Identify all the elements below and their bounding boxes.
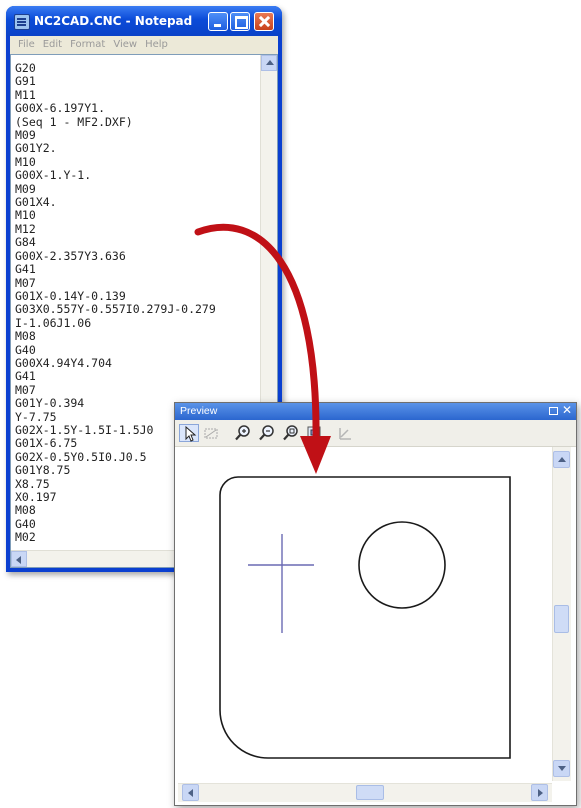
preview-close-icon[interactable]: ✕	[562, 403, 572, 417]
preview-horizontal-scrollbar[interactable]	[178, 783, 552, 802]
preview-toolbar	[175, 420, 576, 447]
zoom-window-icon[interactable]	[305, 424, 325, 442]
gcode-line: G00X-1.Y-1.	[15, 168, 92, 183]
gcode-line: M12	[15, 221, 36, 236]
scroll-right-icon[interactable]	[531, 784, 548, 801]
scroll-thumb[interactable]	[356, 785, 384, 800]
gcode-line: G00X-2.357Y3.636	[15, 248, 126, 263]
gcode-line: I-1.06J1.06	[15, 315, 92, 330]
notepad-app-icon[interactable]	[14, 14, 30, 30]
menu-help[interactable]: Help	[145, 39, 168, 50]
preview-canvas[interactable]	[178, 447, 552, 781]
preview-vertical-scrollbar[interactable]	[552, 447, 571, 781]
preview-titlebar[interactable]: Preview ✕	[175, 403, 576, 420]
zoom-extents-icon[interactable]	[281, 424, 301, 442]
select-arrow-icon[interactable]	[179, 424, 199, 442]
notepad-title: NC2CAD.CNC - Notepad	[34, 14, 193, 28]
gcode-line: (Seq 1 - MF2.DXF)	[15, 114, 133, 129]
gcode-line: G40	[15, 342, 36, 357]
gcode-line: G03X0.557Y-0.557I0.279J-0.279	[15, 302, 216, 317]
gcode-line: M10	[15, 208, 36, 223]
gcode-line: M08	[15, 329, 36, 344]
menu-edit[interactable]: Edit	[43, 39, 62, 50]
minimize-button[interactable]	[208, 12, 228, 31]
gcode-line: G01Y2.	[15, 141, 57, 156]
close-button[interactable]	[254, 12, 274, 31]
zoom-in-icon[interactable]	[233, 424, 253, 442]
gcode-line: M07	[15, 275, 36, 290]
gcode-line: G91	[15, 74, 36, 89]
select-disabled-icon[interactable]	[201, 424, 221, 442]
preview-title: Preview	[180, 405, 218, 417]
preview-window: Preview ✕	[174, 402, 577, 806]
scroll-left-icon[interactable]	[11, 551, 27, 567]
gcode-line: G00X4.94Y4.704	[15, 355, 112, 370]
gcode-line: M10	[15, 154, 36, 169]
menu-view[interactable]: View	[113, 39, 137, 50]
scroll-up-icon[interactable]	[261, 55, 277, 71]
gcode-line: G84	[15, 235, 36, 250]
gcode-line: M07	[15, 382, 36, 397]
gcode-line: G00X-6.197Y1.	[15, 101, 106, 116]
measure-icon[interactable]	[335, 424, 355, 442]
float-window-icon[interactable]	[549, 407, 558, 415]
gcode-line: M09	[15, 181, 36, 196]
menu-file[interactable]: File	[18, 39, 35, 50]
gcode-line: G41	[15, 369, 36, 384]
gcode-line: G41	[15, 262, 36, 277]
zoom-out-icon[interactable]	[257, 424, 277, 442]
scroll-thumb[interactable]	[554, 605, 569, 633]
part-outline	[219, 476, 511, 759]
scroll-left-icon[interactable]	[182, 784, 199, 801]
notepad-menubar: File Edit Format View Help	[10, 36, 278, 54]
part-hole	[358, 521, 446, 609]
gcode-line: M11	[15, 87, 36, 102]
gcode-line: G01X4.	[15, 195, 57, 210]
scroll-up-icon[interactable]	[553, 451, 570, 468]
scroll-down-icon[interactable]	[553, 760, 570, 777]
notepad-titlebar[interactable]: NC2CAD.CNC - Notepad	[6, 6, 282, 36]
gcode-line: G01X-0.14Y-0.139	[15, 288, 126, 303]
gcode-line: M09	[15, 128, 36, 143]
maximize-button[interactable]	[230, 12, 250, 31]
menu-format[interactable]: Format	[70, 39, 105, 50]
gcode-line: G20	[15, 62, 36, 75]
part-drawing	[219, 476, 511, 759]
